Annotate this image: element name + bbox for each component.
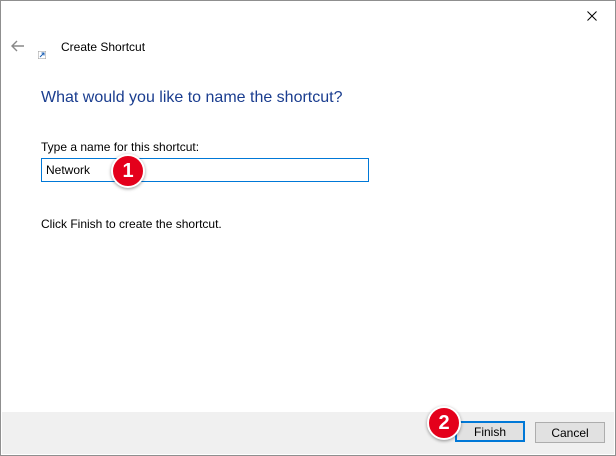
cancel-button[interactable]: Cancel bbox=[535, 422, 605, 443]
finish-instruction: Click Finish to create the shortcut. bbox=[41, 217, 222, 231]
shortcut-name-label: Type a name for this shortcut: bbox=[41, 140, 200, 154]
shortcut-icon bbox=[37, 46, 47, 60]
finish-button[interactable]: Finish bbox=[455, 421, 525, 442]
step-marker-1: 1 bbox=[111, 154, 145, 188]
shortcut-name-input[interactable] bbox=[41, 158, 369, 182]
create-shortcut-dialog: Create Shortcut What would you like to n… bbox=[0, 0, 616, 456]
back-button[interactable] bbox=[9, 37, 27, 55]
page-heading: What would you like to name the shortcut… bbox=[41, 89, 343, 106]
dialog-footer: Finish Cancel bbox=[2, 412, 614, 454]
close-icon bbox=[587, 11, 597, 21]
step-marker-2: 2 bbox=[427, 406, 461, 440]
close-button[interactable] bbox=[577, 5, 607, 27]
back-arrow-icon bbox=[11, 40, 24, 52]
window-title: Create Shortcut bbox=[61, 40, 146, 54]
